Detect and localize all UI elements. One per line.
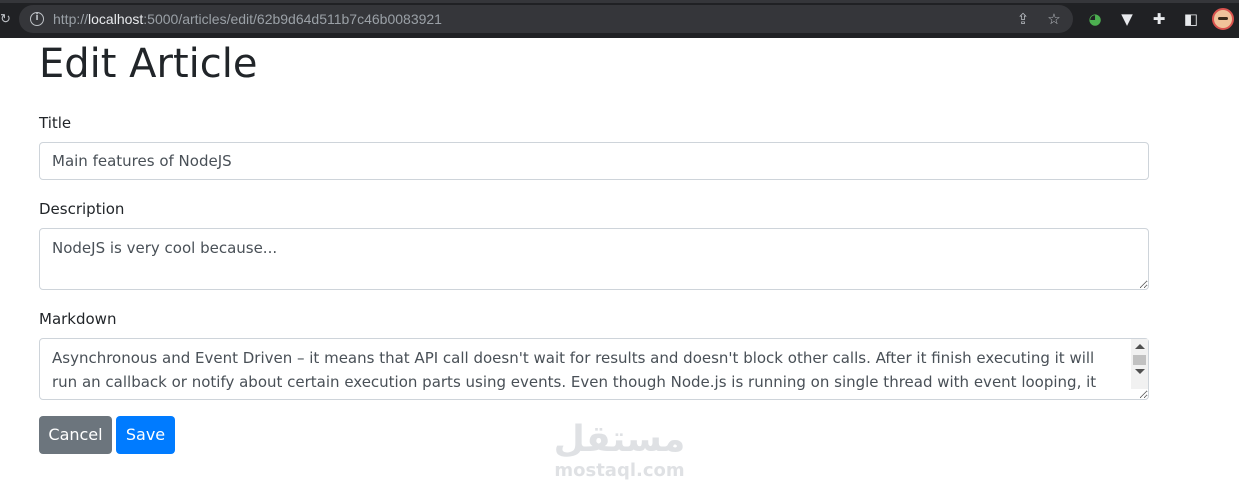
bookmark-star-icon[interactable]: ☆: [1045, 10, 1063, 28]
markdown-scrollbar[interactable]: [1131, 339, 1148, 389]
side-panel-icon[interactable]: ◧: [1181, 9, 1201, 29]
url-text[interactable]: http://localhost:5000/articles/edit/62b9…: [53, 11, 442, 27]
tab-strip-edge: [0, 0, 1239, 3]
save-button[interactable]: Save: [116, 416, 175, 454]
site-info-icon[interactable]: i: [30, 12, 44, 26]
watermark-arabic: مستقل: [553, 419, 686, 460]
reload-icon[interactable]: ↻: [0, 10, 11, 28]
address-bar[interactable]: i http://localhost:5000/articles/edit/62…: [19, 5, 1073, 33]
scroll-down-arrow-icon[interactable]: [1135, 369, 1145, 374]
title-label: Title: [39, 114, 72, 132]
vpn-icon[interactable]: ▼: [1117, 9, 1137, 29]
description-textarea[interactable]: NodeJS is very cool because...: [39, 228, 1149, 290]
title-input[interactable]: [39, 142, 1149, 180]
cancel-button[interactable]: Cancel: [39, 416, 112, 454]
mostaql-watermark: مستقل mostaql.com: [552, 420, 687, 484]
watermark-latin: mostaql.com: [554, 460, 685, 481]
page-title: Edit Article: [39, 41, 258, 87]
description-label: Description: [39, 200, 125, 218]
scroll-thumb[interactable]: [1133, 355, 1146, 365]
puzzle-extensions-icon[interactable]: ✚: [1149, 9, 1169, 29]
markdown-label: Markdown: [39, 310, 117, 328]
share-icon[interactable]: ⇪: [1014, 10, 1032, 28]
scroll-up-arrow-icon[interactable]: [1135, 344, 1145, 349]
profile-avatar[interactable]: [1212, 8, 1234, 30]
extension-icon[interactable]: ◕: [1085, 9, 1105, 29]
markdown-textarea[interactable]: Asynchronous and Event Driven – it means…: [39, 338, 1149, 400]
browser-toolbar: ↻ i http://localhost:5000/articles/edit/…: [0, 0, 1239, 38]
